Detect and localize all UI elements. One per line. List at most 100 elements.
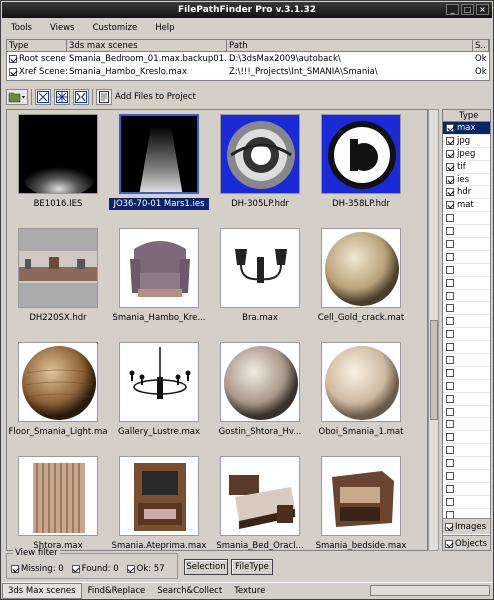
thumbnail-item[interactable]: DH-358LP.hdr xyxy=(311,112,407,224)
scene-checkbox[interactable] xyxy=(9,67,17,76)
column-header-status[interactable]: S.. xyxy=(473,40,489,51)
type-row-empty[interactable] xyxy=(443,277,490,290)
type-checkbox[interactable] xyxy=(446,214,454,223)
found-filter[interactable]: Found: 0 xyxy=(71,564,119,574)
add-files-label[interactable]: Add Files to Project xyxy=(115,89,196,105)
thumbnail-item[interactable]: Oboi_Smania_1.mat xyxy=(311,340,407,452)
add-files-button[interactable] xyxy=(96,89,112,105)
thumbnail-item[interactable]: Cell_Gold_crack.mat xyxy=(311,226,407,338)
menu-customize[interactable]: Customize xyxy=(84,19,147,37)
thumbnail-item[interactable]: Bra.max xyxy=(210,226,306,338)
type-checkbox[interactable] xyxy=(446,239,454,248)
type-row-empty[interactable] xyxy=(443,238,490,251)
type-row-empty[interactable] xyxy=(443,315,490,329)
type-checkbox[interactable] xyxy=(446,497,454,506)
type-row[interactable]: hdr xyxy=(443,186,490,200)
expand-button[interactable] xyxy=(35,89,51,105)
column-header-type[interactable]: Type xyxy=(7,40,67,51)
type-row[interactable]: ies xyxy=(443,174,490,187)
type-row-empty[interactable] xyxy=(443,290,490,303)
type-checkbox[interactable] xyxy=(446,420,454,429)
type-row[interactable]: max xyxy=(443,122,490,135)
type-checkbox[interactable] xyxy=(446,330,454,339)
objects-toggle[interactable]: Objects xyxy=(443,535,490,550)
type-checkbox[interactable] xyxy=(446,394,454,403)
type-row-empty[interactable] xyxy=(443,457,490,471)
type-row-empty[interactable] xyxy=(443,431,490,445)
type-row-empty[interactable] xyxy=(443,393,490,406)
type-checkbox[interactable] xyxy=(446,252,454,261)
thumbnail-item[interactable]: BE1016.IES xyxy=(8,112,104,224)
type-row[interactable]: jpeg xyxy=(443,148,490,161)
tab-texture[interactable]: Texture xyxy=(228,583,271,599)
type-checkbox[interactable] xyxy=(446,317,454,326)
type-checkbox[interactable] xyxy=(446,123,454,132)
type-checkbox[interactable] xyxy=(446,201,454,210)
images-toggle[interactable]: Images xyxy=(443,518,490,534)
thumbnail-item[interactable]: Smania.Ateprima.max xyxy=(109,454,206,550)
type-checkbox[interactable] xyxy=(446,304,454,313)
table-row[interactable]: Root scene: Smania_Bedroom_01.max.backup… xyxy=(7,53,489,65)
type-row-empty[interactable] xyxy=(443,264,490,277)
type-checkbox[interactable] xyxy=(446,343,454,352)
type-row-empty[interactable] xyxy=(443,225,490,239)
type-row-empty[interactable] xyxy=(443,354,490,367)
type-row-empty[interactable] xyxy=(443,483,490,496)
type-checkbox[interactable] xyxy=(446,278,454,287)
type-checkbox[interactable] xyxy=(446,265,454,274)
type-row-empty[interactable] xyxy=(443,251,490,264)
type-checkbox[interactable] xyxy=(446,381,454,390)
selection-button[interactable]: Selection xyxy=(184,559,228,575)
type-row[interactable]: jpg xyxy=(443,135,490,148)
ok-checkbox[interactable] xyxy=(126,564,135,573)
type-row-empty[interactable] xyxy=(443,444,490,458)
type-checkbox[interactable] xyxy=(446,471,454,480)
type-checkbox[interactable] xyxy=(446,136,454,145)
type-row-empty[interactable] xyxy=(443,496,490,509)
type-column-header[interactable]: Type xyxy=(443,110,490,122)
table-row[interactable]: Xref Scene: Smania_Hambo_Kreslo.max Z:\!… xyxy=(7,66,489,78)
type-checkbox[interactable] xyxy=(446,291,454,300)
type-row-empty[interactable] xyxy=(443,302,490,316)
type-checkbox[interactable] xyxy=(446,433,454,442)
menu-help[interactable]: Help xyxy=(146,19,183,37)
type-checkbox[interactable] xyxy=(446,407,454,416)
type-checkbox[interactable] xyxy=(446,368,454,377)
type-row-empty[interactable] xyxy=(443,470,490,483)
type-row-empty[interactable] xyxy=(443,406,490,419)
maximize-button[interactable]: □ xyxy=(461,4,474,15)
thumbnail-item[interactable]: Gostin_Shtora_Hv... xyxy=(210,340,306,452)
type-row-empty[interactable] xyxy=(443,418,490,432)
thumbnail-item[interactable]: JO36-70-01 Mars1.ies xyxy=(109,112,209,224)
type-row-empty[interactable] xyxy=(443,212,490,226)
grid-button[interactable] xyxy=(54,89,70,105)
menu-tools[interactable]: Tools xyxy=(2,19,41,37)
tab-3ds-max-scenes[interactable]: 3ds Max scenes xyxy=(2,582,82,599)
thumbnail-item[interactable]: Gallery_Lustre.max xyxy=(109,340,205,452)
thumbnail-item[interactable]: DH-305LP.hdr xyxy=(210,112,306,224)
type-checkbox[interactable] xyxy=(446,162,454,171)
type-checkbox[interactable] xyxy=(446,459,454,468)
images-checkbox[interactable] xyxy=(445,522,453,531)
scrollbar-thumb[interactable] xyxy=(430,320,438,420)
column-header-path[interactable]: Path xyxy=(227,40,473,51)
thumbnail-item[interactable]: Smania_Hambo_Kre... xyxy=(109,226,206,338)
thumbnail-item[interactable]: Shtora.max xyxy=(8,454,104,550)
type-row-empty[interactable] xyxy=(443,367,490,380)
scene-checkbox[interactable] xyxy=(9,54,17,63)
found-checkbox[interactable] xyxy=(71,564,80,573)
collapse-button[interactable] xyxy=(73,89,89,105)
vertical-scrollbar[interactable] xyxy=(428,109,439,551)
tab-find-replace[interactable]: Find&Replace xyxy=(82,583,152,599)
missing-filter[interactable]: Missing: 0 xyxy=(11,564,64,574)
type-checkbox[interactable] xyxy=(446,446,454,455)
type-checkbox[interactable] xyxy=(446,355,454,364)
tab-search-collect[interactable]: Search&Collect xyxy=(151,583,228,599)
thumbnail-item[interactable]: DH220SX.hdr xyxy=(8,226,104,338)
type-checkbox[interactable] xyxy=(446,227,454,236)
folder-dropdown-button[interactable] xyxy=(6,89,28,105)
menu-views[interactable]: Views xyxy=(41,19,84,37)
type-row[interactable]: mat xyxy=(443,199,490,213)
type-checkbox[interactable] xyxy=(446,188,454,197)
column-header-scenes[interactable]: 3ds max scenes xyxy=(67,40,227,51)
